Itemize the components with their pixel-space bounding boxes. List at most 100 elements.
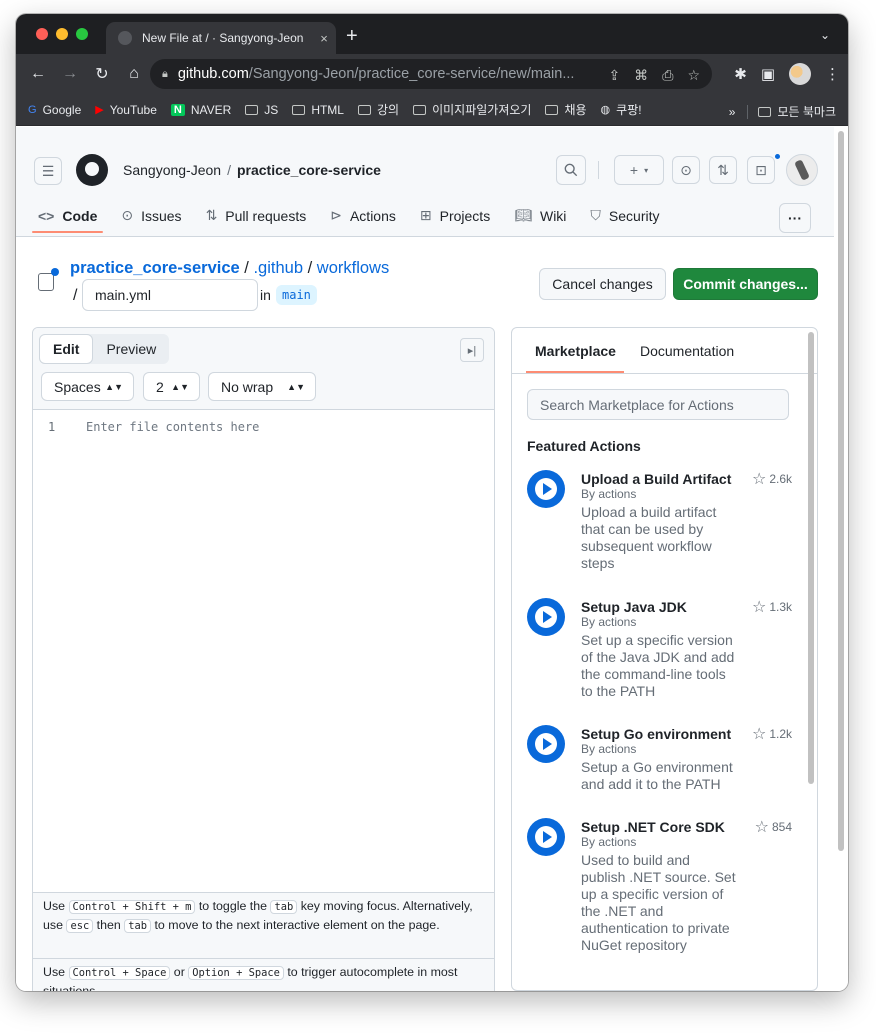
path-github-link[interactable]: .github [253,259,303,277]
bookmark-divider [747,104,749,119]
wrap-mode-select[interactable]: No wrap ▲▼ [208,372,316,401]
url-path: /Sangyong-Jeon/practice_core-service/new… [248,66,575,82]
bookmark-folder-jobs[interactable]: 채용 [545,101,587,118]
tab-wiki[interactable]: 📖︎ Wiki [514,207,566,224]
panel-tabs: Marketplace Documentation [512,328,817,374]
action-description: Used to build and publish .NET source. S… [581,852,736,953]
indent-mode-select[interactable]: Spaces ▲▼ [41,372,134,401]
action-stars: ☆ 854 [754,819,792,836]
table-icon: ⊞ [419,207,432,223]
share-icon[interactable]: ⎙ [662,67,673,84]
tab-actions[interactable]: ⊳ Actions [330,207,396,224]
action-stars: ☆ 1.2k [751,726,792,743]
path-workflows-link[interactable]: workflows [317,259,389,277]
pull-requests-icon[interactable]: ⇅ [709,156,737,184]
action-title[interactable]: Setup Go environment [581,725,741,743]
translate-icon[interactable]: ⌘ [634,67,648,84]
folder-icon [357,104,371,115]
branch-badge: main [276,285,317,305]
page-scrollbar[interactable] [838,131,844,851]
github-logo-icon[interactable] [76,154,108,186]
line-number: 1 [48,420,56,434]
action-description: Upload a build artifact that can be used… [581,504,717,571]
filename-input[interactable] [82,279,258,311]
repo-nav: <> Code ⊙ Issues ⇅ Pull requests ⊳ Actions ⊞… [31,207,660,233]
commit-changes-button[interactable]: Commit changes... [673,268,818,300]
home-icon[interactable]: ⌂ [118,65,150,83]
repo-link[interactable]: practice_core-service [237,162,381,178]
marketplace-search-input[interactable] [527,389,789,420]
create-new-button[interactable]: + ▾ [614,155,664,185]
address-bar[interactable]: 🔒︎ github.com/Sangyong-Jeon/practice_cor… [150,59,712,89]
tab-marketplace[interactable]: Marketplace [535,343,616,359]
bookmark-coupang[interactable]: ◍ 쿠팡! [601,101,642,118]
install-app-icon[interactable]: ⇪ [609,67,621,84]
tab-close-icon[interactable]: × [312,31,336,46]
bookmark-folder-html[interactable]: HTML [292,103,344,117]
extensions-icon[interactable]: ✱ [734,65,747,83]
keyboard-hint-focus: Use Control + Shift + m to toggle the ta… [33,892,494,958]
owner-link[interactable]: Sangyong-Jeon [123,162,221,178]
cancel-changes-button[interactable]: Cancel changes [539,268,666,300]
file-tree-toggle-icon[interactable] [38,268,59,291]
bookmarks-bar: G Google ▶ YouTube N NAVER JS HTML 강의 이미지파일… [16,94,848,126]
panel-scrollbar[interactable] [808,332,814,784]
hamburger-menu-icon[interactable]: ☰ [34,157,62,185]
path-repo-link[interactable]: practice_core-service [70,259,240,277]
tab-title: New File at / · Sangyong-Jeon [142,31,304,45]
toggle-sidepanel-icon[interactable]: ▸| [460,338,484,362]
tab-pull-requests[interactable]: ⇅ Pull requests [206,207,307,224]
action-description: Setup a Go environment and add it to the… [581,759,733,792]
marketplace-panel: Marketplace Documentation Featured Actio… [511,327,818,991]
bookmark-folder-lecture[interactable]: 강의 [357,101,399,118]
indent-size-select[interactable]: 2 ▲▼ [143,372,200,401]
bookmark-folder-js[interactable]: JS [245,103,278,117]
all-bookmarks-button[interactable]: 모든 북마크 [777,103,836,120]
tab-documentation[interactable]: Documentation [640,343,734,359]
close-window-button[interactable] [36,28,48,40]
bookmark-youtube[interactable]: ▶ YouTube [95,103,157,117]
bookmark-google[interactable]: G Google [28,103,81,117]
editor-toolbar: Edit Preview ▸| Spaces ▲▼ 2 ▲▼ No wrap ▲▼ [33,328,494,410]
profile-avatar[interactable] [789,63,811,85]
folder-icon [545,104,559,115]
zoom-window-button[interactable] [76,28,88,40]
play-icon [527,818,565,856]
tab-security[interactable]: ⛉ Security [590,207,659,224]
select-arrows-icon: ▲▼ [287,381,305,392]
action-title[interactable]: Upload a Build Artifact [581,470,741,488]
browser-menu-icon[interactable]: ⋮ [825,65,840,83]
tab-issues[interactable]: ⊙ Issues [121,207,181,224]
tab-search-button[interactable]: ⌄ [820,28,830,42]
minimize-window-button[interactable] [56,28,68,40]
more-options-button[interactable]: ··· [779,203,811,233]
forward-icon[interactable]: → [54,65,86,83]
bookmark-folder-image[interactable]: 이미지파일가져오기 [413,101,531,118]
action-title[interactable]: Setup .NET Core SDK [581,818,741,836]
code-area[interactable]: 1 Enter file contents here [33,410,494,892]
folder-icon [413,104,427,115]
back-icon[interactable]: ← [22,65,54,83]
folder-icon [758,106,772,117]
tab-preview[interactable]: Preview [93,334,169,364]
tab-code[interactable]: <> Code [31,207,104,233]
action-stars: ☆ 2.6k [751,471,792,488]
search-icon[interactable] [556,155,586,185]
reload-icon[interactable]: ↻ [86,64,118,84]
caret-down-icon: ▾ [644,165,649,175]
new-tab-button[interactable]: + [346,26,358,46]
bookmark-star-icon[interactable]: ☆ [687,67,700,84]
inbox-icon[interactable]: ⊡ [747,156,775,184]
action-stars: ☆ 1.3k [751,599,792,616]
bookmark-naver[interactable]: N NAVER [170,103,231,117]
select-arrows-icon: ▲▼ [105,381,123,392]
browser-tab[interactable]: New File at / · Sangyong-Jeon × [106,22,336,54]
action-title[interactable]: Setup Java JDK [581,598,741,616]
bookmarks-overflow-button[interactable]: » [729,105,736,119]
tab-edit[interactable]: Edit [39,334,94,364]
issues-icon[interactable]: ⊙ [672,156,700,184]
github-header: ☰ Sangyong-Jeon / practice_core-service + ▾… [16,127,834,237]
tab-projects[interactable]: ⊞ Projects [420,207,490,224]
side-panel-icon[interactable]: ▣ [761,65,775,83]
user-avatar[interactable] [786,154,818,186]
